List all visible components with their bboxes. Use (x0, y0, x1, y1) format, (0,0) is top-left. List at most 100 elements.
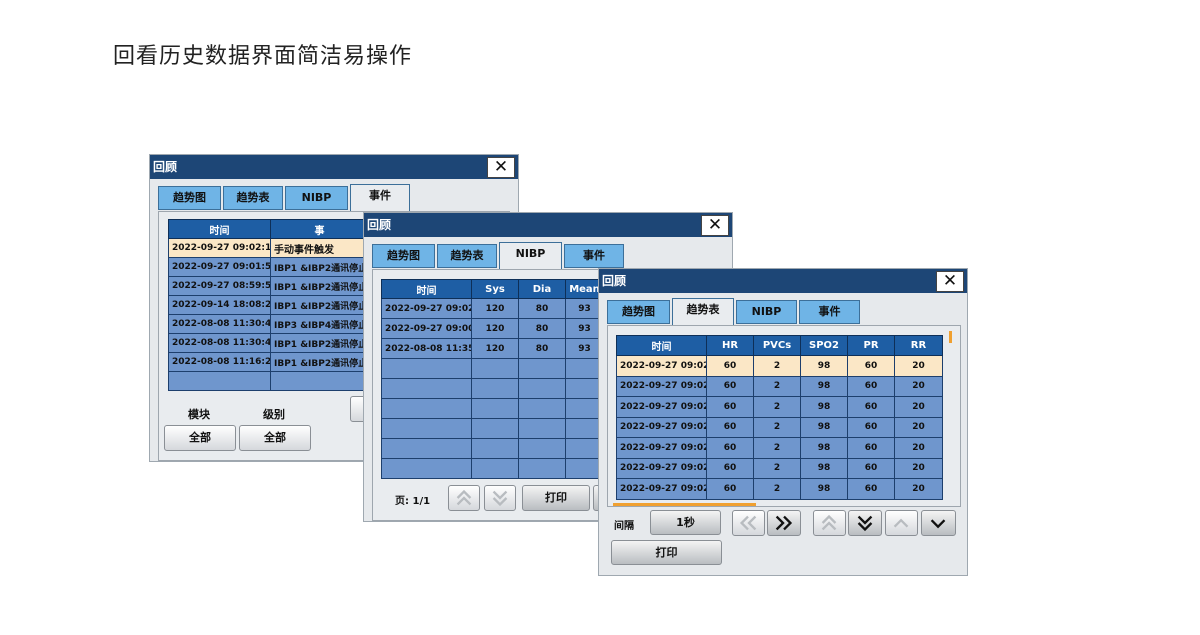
pvcs-cell: 2 (753, 437, 801, 459)
double-chevron-down-icon (857, 515, 873, 532)
table-row[interactable]: 2022-09-27 09:00:321208093 (381, 318, 604, 339)
table-row[interactable]: 2022-09-27 09:02:14602986020 (616, 355, 943, 377)
tab-trend-chart[interactable]: 趋势图 (607, 300, 670, 324)
pr-cell: 60 (847, 375, 895, 397)
tab-nibp[interactable]: NIBP (499, 242, 562, 269)
close-button[interactable]: ✕ (701, 215, 729, 236)
last-page-button[interactable] (767, 510, 801, 536)
page-up-button[interactable] (448, 485, 480, 511)
tab-events[interactable]: 事件 (564, 244, 624, 268)
tab-events[interactable]: 事件 (350, 184, 410, 211)
close-button[interactable]: ✕ (936, 271, 964, 292)
tab-trend-table[interactable]: 趋势表 (672, 298, 734, 325)
time-cell: 2022-09-27 09:02:11 (168, 238, 271, 258)
column-header-dia: Dia (518, 279, 566, 299)
sys-cell: 120 (471, 298, 519, 319)
print-button[interactable]: 打印 (611, 540, 722, 565)
level-select[interactable]: 全部 (239, 425, 311, 451)
double-chevron-left-icon (739, 515, 757, 531)
time-cell: 2022-09-27 09:02:10 (616, 437, 707, 459)
time-cell: 2022-08-08 11:35:02 (381, 338, 472, 359)
table-row-empty (381, 378, 604, 399)
time-cell: 2022-09-27 09:02:08 (616, 478, 707, 500)
window-titlebar: 回顾 (599, 269, 967, 293)
column-header-time: 时间 (616, 335, 707, 356)
interval-select[interactable]: 1秒 (650, 510, 721, 535)
print-button[interactable]: 打印 (522, 485, 590, 511)
rr-cell: 20 (894, 478, 943, 500)
spo2-cell: 98 (800, 457, 848, 479)
pr-cell: 60 (847, 416, 895, 438)
pr-cell: 60 (847, 355, 895, 377)
scroll-down-button[interactable] (921, 510, 956, 536)
column-header-sys: Sys (471, 279, 519, 299)
time-cell: 2022-09-27 09:02:08 (381, 298, 472, 319)
spo2-cell: 98 (800, 416, 848, 438)
table-row[interactable]: 2022-09-27 09:02:12602986020 (616, 396, 943, 418)
close-icon: ✕ (707, 215, 723, 235)
level-label: 级别 (263, 408, 285, 421)
time-cell: 2022-09-27 09:00:32 (381, 318, 472, 339)
pvcs-cell: 2 (753, 457, 801, 479)
time-cell: 2022-09-14 18:08:22 (168, 295, 271, 315)
column-header-hr: HR (706, 335, 754, 356)
module-select[interactable]: 全部 (164, 425, 236, 451)
table-row[interactable]: 2022-08-08 11:30:42 IBP3 &IBP4通讯停止 (168, 314, 369, 334)
spo2-cell: 98 (800, 375, 848, 397)
first-page-button[interactable] (732, 510, 765, 536)
time-cell: 2022-09-27 09:02:13 (616, 375, 707, 397)
table-row[interactable]: 2022-09-27 09:02:13602986020 (616, 375, 943, 397)
dia-cell: 80 (518, 318, 566, 339)
sys-cell: 120 (471, 338, 519, 359)
table-row[interactable]: 2022-09-27 09:02:09602986020 (616, 457, 943, 479)
table-row[interactable]: 2022-09-27 08:59:51 IBP1 &IBP2通讯停止 (168, 276, 369, 296)
pvcs-cell: 2 (753, 375, 801, 397)
dia-cell: 80 (518, 338, 566, 359)
tab-nibp[interactable]: NIBP (736, 300, 797, 324)
column-header-rr: RR (894, 335, 943, 356)
tab-nibp[interactable]: NIBP (285, 186, 348, 210)
rr-cell: 20 (894, 396, 943, 418)
chevron-down-icon (930, 519, 946, 529)
table-row[interactable]: 2022-09-27 09:02:10602986020 (616, 437, 943, 459)
column-header-pr: PR (847, 335, 895, 356)
vertical-scrollbar[interactable] (949, 331, 952, 343)
tab-trend-table[interactable]: 趋势表 (437, 244, 497, 268)
tab-events[interactable]: 事件 (799, 300, 860, 324)
table-row-empty (381, 458, 604, 479)
event-cell: 手动事件触发 (270, 238, 369, 258)
window-title: 回顾 (602, 274, 627, 288)
table-row[interactable]: 2022-09-27 09:02:081208093 (381, 298, 604, 319)
horizontal-scrollbar[interactable] (613, 503, 756, 506)
table-row[interactable]: 2022-09-27 09:01:53 IBP1 &IBP2通讯停止 (168, 257, 369, 277)
page-down-button[interactable] (848, 510, 882, 536)
table-row[interactable]: 2022-09-27 09:02:11602986020 (616, 416, 943, 438)
hr-cell: 60 (706, 416, 754, 438)
spo2-cell: 98 (800, 355, 848, 377)
close-button[interactable]: ✕ (487, 157, 515, 178)
page-indicator: 页: 1/1 (395, 496, 431, 507)
table-row[interactable]: 2022-08-08 11:30:42 IBP1 &IBP2通讯停止 (168, 333, 369, 353)
hr-cell: 60 (706, 478, 754, 500)
tab-trend-chart[interactable]: 趋势图 (158, 186, 221, 210)
tab-trend-table[interactable]: 趋势表 (223, 186, 283, 210)
table-row-empty (381, 398, 604, 419)
dia-cell: 80 (518, 298, 566, 319)
events-table: 时间事 2022-09-27 09:02:11 手动事件触发 2022-09-27… (168, 219, 369, 391)
page-down-button[interactable] (484, 485, 516, 511)
page-up-button[interactable] (813, 510, 846, 536)
table-row[interactable]: 2022-08-08 11:35:021208093 (381, 338, 604, 359)
table-row[interactable]: 2022-09-27 09:02:08602986020 (616, 478, 943, 500)
pr-cell: 60 (847, 396, 895, 418)
event-cell: IBP3 &IBP4通讯停止 (270, 314, 369, 334)
table-row[interactable]: 2022-09-14 18:08:22 IBP1 &IBP2通讯停止 (168, 295, 369, 315)
pr-cell: 60 (847, 437, 895, 459)
table-row[interactable]: 2022-09-27 09:02:11 手动事件触发 (168, 238, 369, 258)
scroll-up-button[interactable] (885, 510, 918, 536)
table-row[interactable]: 2022-08-08 11:16:21 IBP1 &IBP2通讯停止 (168, 352, 369, 372)
spo2-cell: 98 (800, 437, 848, 459)
window-titlebar: 回顾 (150, 155, 518, 179)
tab-trend-chart[interactable]: 趋势图 (372, 244, 435, 268)
pvcs-cell: 2 (753, 416, 801, 438)
trend-table: 时间HRPVCsSPO2PRRR 2022-09-27 09:02:146029… (616, 335, 943, 500)
